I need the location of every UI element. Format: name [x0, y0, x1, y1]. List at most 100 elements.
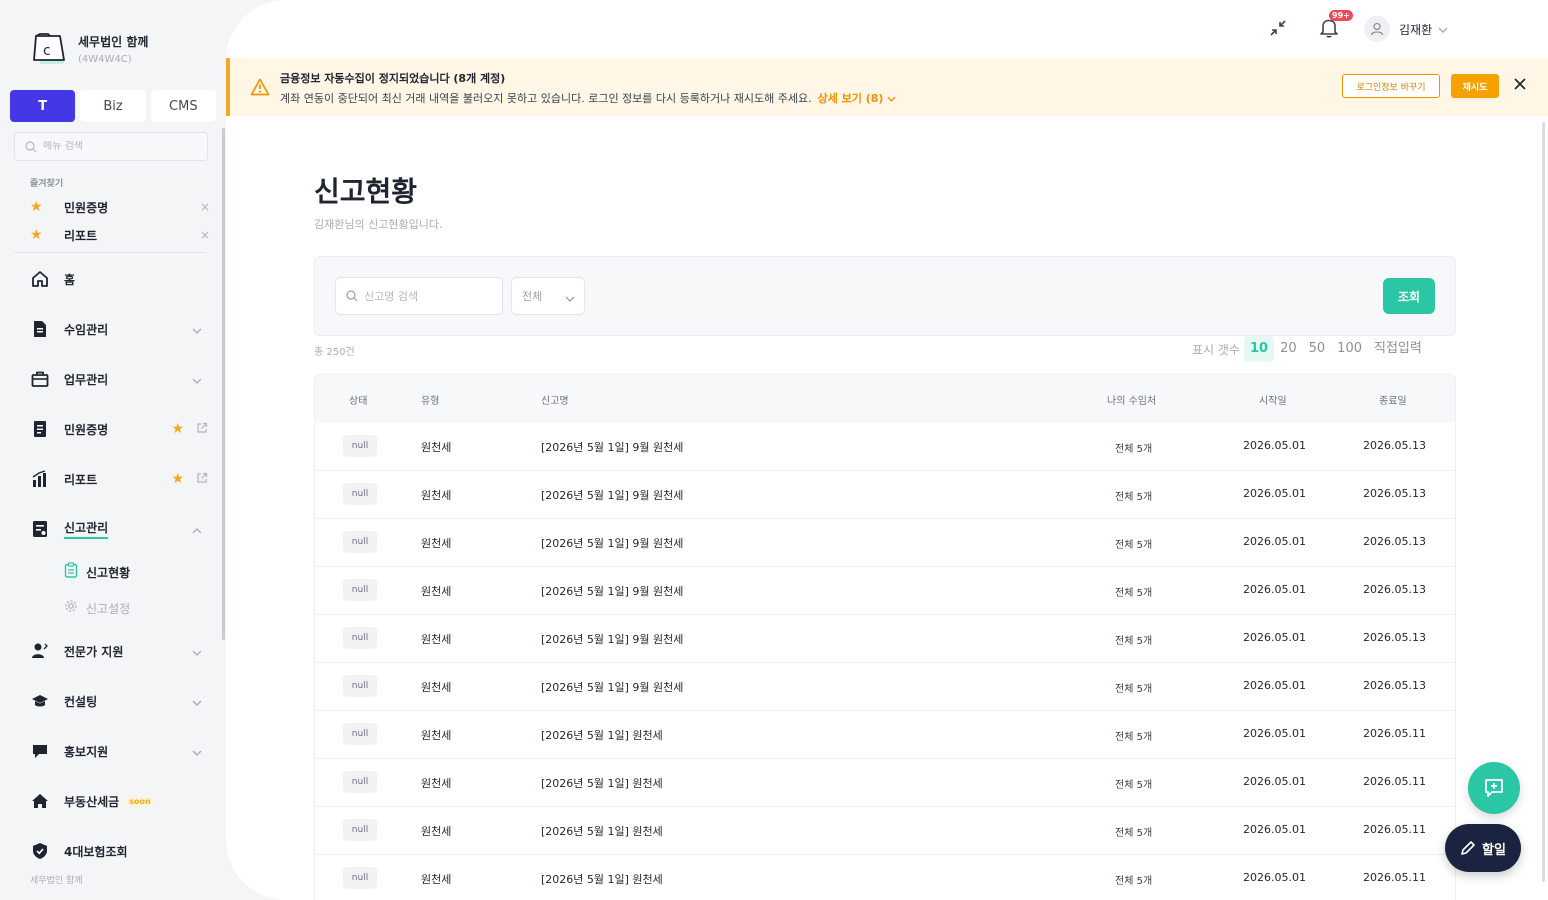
- sidebar-item-realestate[interactable]: 부동산세금 soon: [30, 789, 210, 813]
- cell-type: 원천세: [421, 729, 452, 742]
- clipboard-icon: [64, 562, 78, 582]
- cell-my-clients[interactable]: 전체 5개: [1115, 584, 1152, 599]
- segment-biz[interactable]: Biz: [80, 90, 146, 122]
- per-page-option-100[interactable]: 100: [1331, 336, 1368, 362]
- cell-start-date: 2026.05.01: [1243, 871, 1306, 884]
- table-row[interactable]: null 원천세 [2026년 5월 1일] 9월 원천세 전체 5개 2026…: [315, 615, 1455, 663]
- table-row[interactable]: null 원천세 [2026년 5월 1일] 9월 원천세 전체 5개 2026…: [315, 423, 1455, 471]
- query-button[interactable]: 조회: [1383, 278, 1435, 314]
- cell-name[interactable]: [2026년 5월 1일] 원천세: [541, 823, 663, 839]
- cell-name[interactable]: [2026년 5월 1일] 9월 원천세: [541, 679, 683, 695]
- table-row[interactable]: null 원천세 [2026년 5월 1일] 원천세 전체 5개 2026.05…: [315, 855, 1455, 900]
- sidebar-item-expert[interactable]: 전문가 지원: [30, 639, 210, 663]
- main-scrollbar[interactable]: [1542, 122, 1545, 882]
- change-login-button[interactable]: 로그인정보 바꾸기: [1342, 74, 1440, 98]
- remove-favorite-icon[interactable]: ×: [200, 200, 210, 214]
- sidebar-item-report[interactable]: 리포트 ★: [30, 467, 210, 491]
- sidebar-item-task[interactable]: 업무관리: [30, 367, 210, 391]
- type-select[interactable]: 전체: [511, 277, 585, 315]
- close-icon[interactable]: [1513, 77, 1527, 95]
- user-menu[interactable]: 김재환: [1364, 16, 1448, 42]
- cell-my-clients[interactable]: 전체 5개: [1115, 776, 1152, 791]
- cell-end-date: 2026.05.13: [1363, 583, 1426, 596]
- star-icon[interactable]: ★: [171, 471, 184, 487]
- table-row[interactable]: null 원천세 [2026년 5월 1일] 원천세 전체 5개 2026.05…: [315, 711, 1455, 759]
- cell-type: 원천세: [421, 537, 452, 550]
- segment-cms[interactable]: CMS: [150, 90, 216, 122]
- sidebar-item-income[interactable]: 수임관리: [30, 317, 210, 341]
- cell-my-clients[interactable]: 전체 5개: [1115, 488, 1152, 503]
- sidebar-subitem-filing-status[interactable]: 신고현황: [64, 562, 130, 582]
- cell-my-clients[interactable]: 전체 5개: [1115, 872, 1152, 887]
- retry-button[interactable]: 재시도: [1451, 74, 1499, 98]
- brand-name: 세무법인 함께: [78, 35, 149, 49]
- table-row[interactable]: null 원천세 [2026년 5월 1일] 9월 원천세 전체 5개 2026…: [315, 663, 1455, 711]
- cell-type: 원천세: [421, 441, 452, 454]
- external-link-icon[interactable]: [196, 422, 208, 438]
- segment-t[interactable]: T: [10, 90, 76, 122]
- cell-my-clients[interactable]: 전체 5개: [1115, 680, 1152, 695]
- sidebar-item-home[interactable]: 홈: [30, 267, 210, 291]
- cell-my-clients[interactable]: 전체 5개: [1115, 536, 1152, 551]
- cell-name[interactable]: [2026년 5월 1일] 9월 원천세: [541, 631, 683, 647]
- sidebar-subitem-filing-settings[interactable]: 신고설정: [64, 598, 130, 618]
- brand[interactable]: c 세무법인 함께 (4W4W4C): [30, 32, 148, 66]
- remove-favorite-icon[interactable]: ×: [200, 228, 210, 242]
- sidebar-item-promo[interactable]: 홍보지원: [30, 739, 210, 763]
- per-page-label: 표시 갯수: [1192, 342, 1240, 357]
- chat-fab-button[interactable]: [1468, 762, 1520, 814]
- per-page-option-50[interactable]: 50: [1303, 336, 1332, 362]
- per-page-option-custom[interactable]: 직접입력: [1368, 336, 1428, 362]
- cell-start-date: 2026.05.01: [1243, 679, 1306, 692]
- external-link-icon[interactable]: [196, 472, 208, 488]
- soon-badge: soon: [125, 795, 155, 807]
- cell-name[interactable]: [2026년 5월 1일] 원천세: [541, 871, 663, 887]
- table-row[interactable]: null 원천세 [2026년 5월 1일] 원천세 전체 5개 2026.05…: [315, 759, 1455, 807]
- cell-my-clients[interactable]: 전체 5개: [1115, 440, 1152, 455]
- sidebar-scrollbar[interactable]: [222, 128, 225, 640]
- favorite-item-civil[interactable]: ★ 민원증명 ×: [30, 197, 210, 217]
- per-page-option-20[interactable]: 20: [1274, 336, 1303, 362]
- mode-segment: T Biz CMS: [10, 90, 216, 122]
- cell-my-clients[interactable]: 전체 5개: [1115, 632, 1152, 647]
- notification-button[interactable]: 99+: [1317, 10, 1353, 40]
- cell-my-clients[interactable]: 전체 5개: [1115, 824, 1152, 839]
- cell-my-clients[interactable]: 전체 5개: [1115, 728, 1152, 743]
- cell-name[interactable]: [2026년 5월 1일] 9월 원천세: [541, 439, 683, 455]
- table-row[interactable]: null 원천세 [2026년 5월 1일] 9월 원천세 전체 5개 2026…: [315, 471, 1455, 519]
- alert-detail-link[interactable]: 상세 보기 (8): [818, 92, 897, 105]
- cell-name[interactable]: [2026년 5월 1일] 원천세: [541, 727, 663, 743]
- filing-search-input[interactable]: [364, 289, 494, 303]
- sidebar-item-consulting[interactable]: 컨설팅: [30, 689, 210, 713]
- table-row[interactable]: null 원천세 [2026년 5월 1일] 9월 원천세 전체 5개 2026…: [315, 567, 1455, 615]
- favorite-item-report[interactable]: ★ 리포트 ×: [30, 225, 210, 245]
- cell-name[interactable]: [2026년 5월 1일] 9월 원천세: [541, 583, 683, 599]
- cell-start-date: 2026.05.01: [1243, 535, 1306, 548]
- filing-table: 상태 유형 신고명 나의 수임처 시작일 종료일 null 원천세 [2026년…: [314, 374, 1456, 900]
- per-page-option-10[interactable]: 10: [1243, 336, 1275, 362]
- page-subtitle: 김재환님의 신고현황입니다.: [314, 218, 443, 231]
- alert-description: 계좌 연동이 중단되어 최신 거래 내역을 불러오지 못하고 있습니다. 로그인…: [280, 90, 896, 106]
- svg-text:c: c: [43, 43, 51, 59]
- table-row[interactable]: null 원천세 [2026년 5월 1일] 9월 원천세 전체 5개 2026…: [315, 519, 1455, 567]
- todo-fab-button[interactable]: 할일: [1445, 824, 1521, 872]
- table-row[interactable]: null 원천세 [2026년 5월 1일] 원천세 전체 5개 2026.05…: [315, 807, 1455, 855]
- avatar: [1364, 16, 1390, 42]
- cell-name[interactable]: [2026년 5월 1일] 9월 원천세: [541, 535, 683, 551]
- collapse-button[interactable]: [1266, 16, 1290, 40]
- brand-logo-icon: c: [30, 32, 68, 66]
- favorites-divider: [14, 252, 206, 253]
- cell-end-date: 2026.05.13: [1363, 535, 1426, 548]
- star-icon[interactable]: ★: [171, 421, 184, 437]
- cell-name[interactable]: [2026년 5월 1일] 9월 원천세: [541, 487, 683, 503]
- filter-panel: 전체 조회: [314, 256, 1456, 336]
- main-panel: 99+ 김재환 금융정보 자동수집이 정지되었습니다 (8개 계정) 계좌 연동…: [226, 0, 1548, 900]
- sidebar-item-civil[interactable]: 민원증명 ★: [30, 417, 210, 441]
- menu-search-input[interactable]: [43, 141, 203, 152]
- cell-name[interactable]: [2026년 5월 1일] 원천세: [541, 775, 663, 791]
- sidebar-item-insurance[interactable]: 4대보험조회: [30, 839, 210, 863]
- filing-icon: [30, 519, 50, 539]
- sidebar-item-filing[interactable]: 신고관리: [30, 517, 210, 541]
- user-name: 김재환: [1399, 22, 1433, 37]
- cell-end-date: 2026.05.13: [1363, 631, 1426, 644]
